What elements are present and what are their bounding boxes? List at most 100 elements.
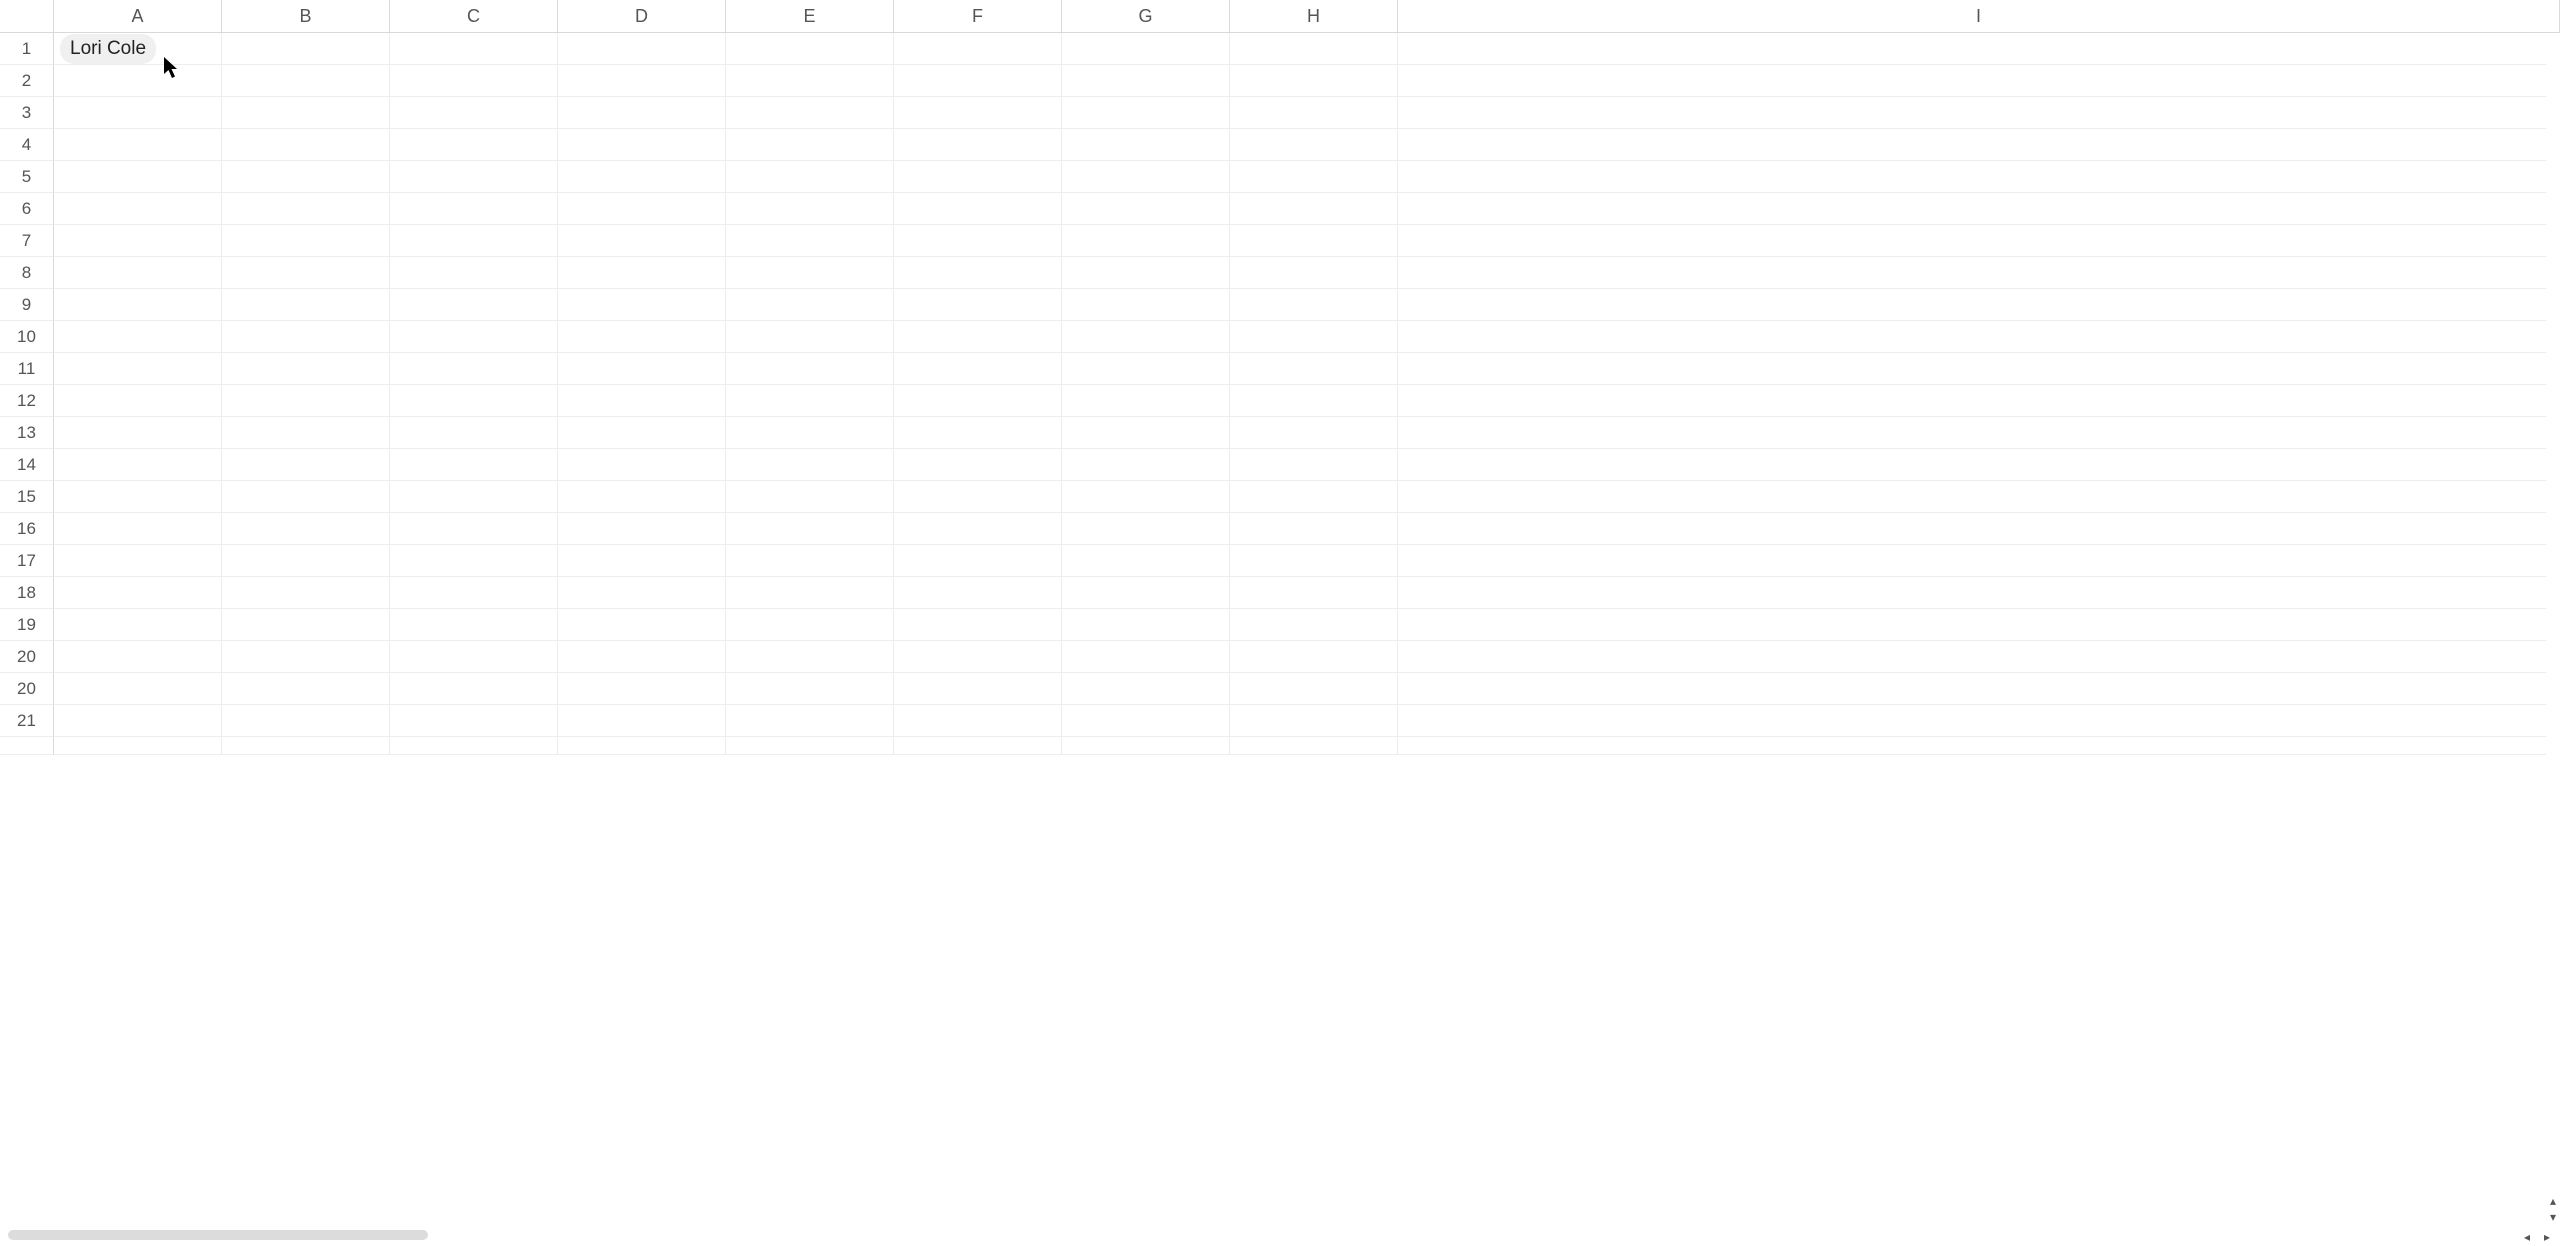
row-header[interactable]: 11 — [0, 353, 54, 385]
cell[interactable] — [894, 97, 1062, 129]
cell[interactable] — [1230, 257, 1398, 289]
cell[interactable] — [390, 705, 558, 737]
cell[interactable] — [222, 481, 390, 513]
cell[interactable] — [726, 737, 894, 755]
cell[interactable] — [222, 321, 390, 353]
row-header[interactable]: 17 — [0, 545, 54, 577]
cell[interactable] — [894, 193, 1062, 225]
cell[interactable] — [726, 129, 894, 161]
cell[interactable] — [558, 481, 726, 513]
cell[interactable] — [558, 577, 726, 609]
cell[interactable] — [726, 33, 894, 65]
cell[interactable] — [54, 737, 222, 755]
cell[interactable] — [558, 673, 726, 705]
cell[interactable] — [894, 481, 1062, 513]
cell[interactable] — [558, 257, 726, 289]
cell[interactable] — [1230, 289, 1398, 321]
hscroll-thumb[interactable] — [8, 1230, 428, 1240]
cell[interactable] — [726, 705, 894, 737]
cell[interactable] — [222, 609, 390, 641]
cell[interactable] — [1230, 577, 1398, 609]
cell[interactable] — [390, 385, 558, 417]
cell[interactable] — [54, 513, 222, 545]
cell[interactable] — [726, 481, 894, 513]
cell[interactable] — [390, 545, 558, 577]
cell[interactable] — [1398, 65, 2560, 97]
cell[interactable] — [1398, 385, 2560, 417]
scroll-down-icon[interactable]: ▾ — [2546, 1210, 2560, 1224]
column-header[interactable]: D — [558, 0, 726, 33]
cell[interactable] — [390, 513, 558, 545]
cell[interactable] — [1062, 65, 1230, 97]
cell[interactable] — [1062, 225, 1230, 257]
cell[interactable] — [390, 417, 558, 449]
cell[interactable] — [1062, 321, 1230, 353]
cell[interactable] — [726, 161, 894, 193]
cell[interactable] — [222, 449, 390, 481]
cell[interactable] — [1398, 129, 2560, 161]
cell[interactable] — [1230, 449, 1398, 481]
cell[interactable] — [1230, 481, 1398, 513]
cell[interactable] — [558, 545, 726, 577]
cell[interactable] — [1230, 161, 1398, 193]
row-header[interactable]: 16 — [0, 513, 54, 545]
scroll-left-icon[interactable]: ◂ — [2520, 1230, 2534, 1244]
cell[interactable] — [1062, 353, 1230, 385]
cell[interactable] — [222, 513, 390, 545]
cell[interactable] — [1398, 705, 2560, 737]
column-header[interactable]: F — [894, 0, 1062, 33]
cell[interactable] — [1230, 225, 1398, 257]
cell[interactable] — [894, 705, 1062, 737]
cell[interactable] — [726, 385, 894, 417]
cell[interactable] — [54, 417, 222, 449]
cell[interactable] — [1062, 97, 1230, 129]
cell[interactable] — [1398, 353, 2560, 385]
scroll-up-icon[interactable]: ▴ — [2546, 1194, 2560, 1208]
cell[interactable] — [222, 705, 390, 737]
cell[interactable] — [54, 65, 222, 97]
cell[interactable] — [54, 449, 222, 481]
cell[interactable] — [390, 321, 558, 353]
cell[interactable] — [222, 193, 390, 225]
cell[interactable] — [222, 225, 390, 257]
cell[interactable] — [558, 289, 726, 321]
cell[interactable] — [1230, 417, 1398, 449]
cell[interactable] — [1230, 545, 1398, 577]
cell[interactable] — [1230, 129, 1398, 161]
cell[interactable] — [1230, 705, 1398, 737]
cell[interactable] — [1062, 577, 1230, 609]
cell[interactable] — [54, 545, 222, 577]
cell[interactable] — [1230, 673, 1398, 705]
vertical-scrollbar[interactable]: ▴ ▾ — [2546, 33, 2560, 1224]
cell[interactable] — [390, 257, 558, 289]
cell[interactable] — [390, 353, 558, 385]
row-header[interactable]: 20 — [0, 673, 54, 705]
cell[interactable] — [1398, 257, 2560, 289]
cell[interactable] — [894, 289, 1062, 321]
cell[interactable] — [54, 225, 222, 257]
cell[interactable] — [1398, 609, 2560, 641]
cell[interactable] — [894, 65, 1062, 97]
cell[interactable] — [558, 321, 726, 353]
cell[interactable] — [54, 641, 222, 673]
cell[interactable] — [222, 257, 390, 289]
cell[interactable] — [390, 641, 558, 673]
people-chip[interactable]: Lori Cole — [60, 34, 156, 64]
cell[interactable] — [1230, 641, 1398, 673]
cell[interactable] — [1062, 193, 1230, 225]
cell[interactable] — [726, 545, 894, 577]
row-header[interactable]: 6 — [0, 193, 54, 225]
cell[interactable] — [558, 193, 726, 225]
cell[interactable] — [54, 385, 222, 417]
cell[interactable] — [222, 641, 390, 673]
cell[interactable] — [1062, 641, 1230, 673]
cell[interactable] — [894, 609, 1062, 641]
cell[interactable] — [390, 129, 558, 161]
cell[interactable] — [1398, 673, 2560, 705]
cell[interactable] — [54, 705, 222, 737]
cell[interactable] — [1230, 193, 1398, 225]
cell[interactable] — [390, 33, 558, 65]
cell[interactable] — [1062, 161, 1230, 193]
cell[interactable] — [894, 225, 1062, 257]
cell[interactable] — [390, 481, 558, 513]
